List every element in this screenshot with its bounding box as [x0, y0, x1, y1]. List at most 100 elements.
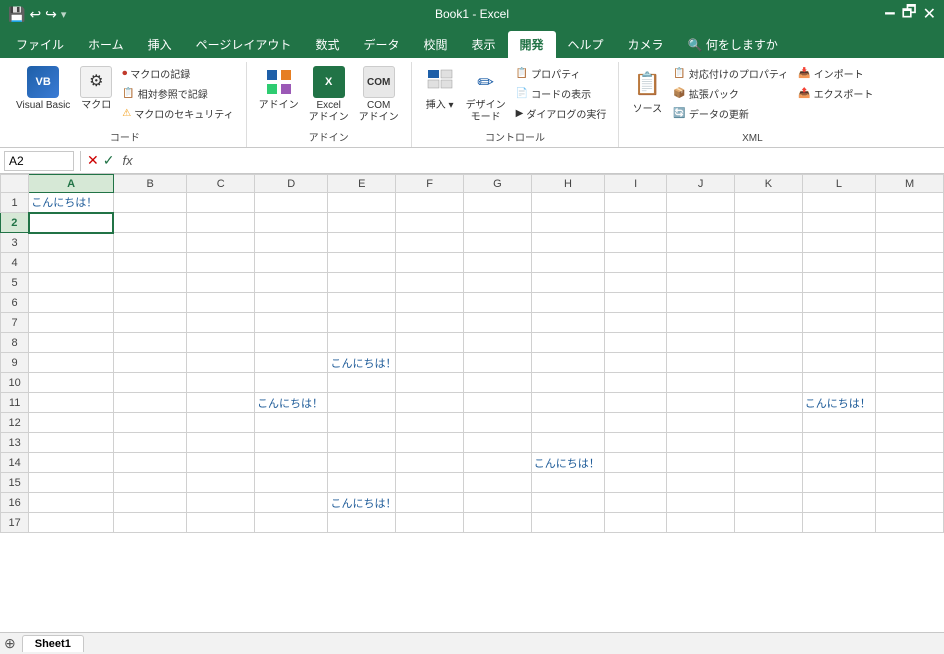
cell-a3[interactable]	[29, 233, 114, 253]
cell-b2[interactable]	[113, 213, 186, 233]
cell-e9[interactable]: こんにちは！	[328, 353, 396, 373]
col-header-k[interactable]: K	[734, 175, 802, 193]
expansion-pack-button[interactable]: 📦 拡張パック	[669, 84, 792, 103]
add-sheet-button[interactable]: ⊕	[4, 635, 16, 652]
cell-a1[interactable]: こんにちは！	[29, 193, 114, 213]
cell-e2[interactable]	[328, 213, 396, 233]
cell-m1[interactable]	[876, 193, 944, 213]
cell-d3[interactable]	[255, 233, 328, 253]
cell-e3[interactable]	[328, 233, 396, 253]
col-header-j[interactable]: J	[667, 175, 735, 193]
cell-h3[interactable]	[531, 233, 604, 253]
close-icon[interactable]: ✕	[923, 4, 936, 24]
col-header-c[interactable]: C	[187, 175, 255, 193]
cell-f3[interactable]	[396, 233, 464, 253]
col-header-a[interactable]: A	[29, 175, 114, 193]
name-box[interactable]	[4, 151, 74, 171]
cell-d11[interactable]: こんにちは！	[255, 393, 328, 413]
cell-f1[interactable]	[396, 193, 464, 213]
save-icon[interactable]: 💾	[8, 6, 25, 23]
cell-h14[interactable]: こんにちは！	[531, 453, 604, 473]
cell-b3[interactable]	[113, 233, 186, 253]
cell-d1[interactable]	[255, 193, 328, 213]
cell-k1[interactable]	[734, 193, 802, 213]
col-header-b[interactable]: B	[113, 175, 186, 193]
cell-c1[interactable]	[187, 193, 255, 213]
tab-pagelayout[interactable]: ページレイアウト	[184, 31, 304, 58]
import-button[interactable]: 📥 インポート	[794, 64, 877, 83]
refresh-data-button[interactable]: 🔄 データの更新	[669, 104, 792, 123]
cell-e16[interactable]: こんにちは！	[328, 493, 396, 513]
excel-addin-button[interactable]: X Excelアドイン	[305, 64, 353, 126]
col-header-f[interactable]: F	[396, 175, 464, 193]
cell-g2[interactable]	[463, 213, 531, 233]
cell-j1[interactable]	[667, 193, 735, 213]
redo-icon[interactable]: ↪	[45, 6, 57, 23]
col-header-g[interactable]: G	[463, 175, 531, 193]
tab-review[interactable]: 校閲	[411, 31, 459, 58]
run-dialog-button[interactable]: ▶ ダイアログの実行	[512, 104, 611, 123]
map-properties-button[interactable]: 📋 対応付けのプロパティ	[669, 64, 792, 83]
cell-j2[interactable]	[667, 213, 735, 233]
tab-data[interactable]: データ	[351, 31, 411, 58]
restore-icon[interactable]: 🗗	[902, 1, 917, 28]
com-addin-button[interactable]: COM COMアドイン	[355, 64, 403, 126]
cell-l1[interactable]	[802, 193, 875, 213]
insert-button[interactable]: 挿入 ▾	[420, 64, 460, 114]
col-header-i[interactable]: I	[605, 175, 667, 193]
cell-m3[interactable]	[876, 233, 944, 253]
tab-search[interactable]: 🔍 何をしますか	[676, 31, 790, 58]
macro-button[interactable]: ⚙ マクロ	[76, 64, 116, 114]
cell-g1[interactable]	[463, 193, 531, 213]
tab-home[interactable]: ホーム	[76, 31, 136, 58]
properties-button[interactable]: 📋 プロパティ	[512, 64, 611, 83]
cell-k3[interactable]	[734, 233, 802, 253]
export-button[interactable]: 📤 エクスポート	[794, 84, 877, 103]
tab-formula[interactable]: 数式	[303, 31, 351, 58]
tab-camera[interactable]: カメラ	[616, 31, 676, 58]
col-header-e[interactable]: E	[328, 175, 396, 193]
minimize-icon[interactable]: 🗕	[884, 1, 895, 28]
col-header-h[interactable]: H	[531, 175, 604, 193]
cell-i3[interactable]	[605, 233, 667, 253]
cell-i1[interactable]	[605, 193, 667, 213]
addin-button[interactable]: アドイン	[255, 64, 303, 114]
undo-icon[interactable]: ↩	[29, 6, 41, 23]
cell-i2[interactable]	[605, 213, 667, 233]
cell-e1[interactable]	[328, 193, 396, 213]
design-mode-button[interactable]: ✏ デザインモード	[462, 64, 510, 126]
cell-j3[interactable]	[667, 233, 735, 253]
confirm-icon[interactable]: ✓	[103, 152, 115, 169]
cell-d2[interactable]	[255, 213, 328, 233]
cell-m2[interactable]	[876, 213, 944, 233]
cell-a2[interactable]	[29, 213, 114, 233]
cell-k2[interactable]	[734, 213, 802, 233]
col-header-d[interactable]: D	[255, 175, 328, 193]
formula-input[interactable]	[141, 154, 940, 168]
relative-ref-button[interactable]: 📋 相対参照で記録	[118, 84, 237, 103]
col-header-l[interactable]: L	[802, 175, 875, 193]
cell-h2[interactable]	[531, 213, 604, 233]
tab-view[interactable]: 表示	[459, 31, 507, 58]
cell-l11[interactable]: こんにちは！	[802, 393, 875, 413]
view-code-button[interactable]: 📄 コードの表示	[512, 84, 611, 103]
tab-insert[interactable]: 挿入	[136, 31, 184, 58]
cell-a4[interactable]	[29, 253, 114, 273]
cell-f2[interactable]	[396, 213, 464, 233]
cancel-icon[interactable]: ✕	[87, 152, 99, 169]
cell-c2[interactable]	[187, 213, 255, 233]
cell-l3[interactable]	[802, 233, 875, 253]
macro-security-button[interactable]: ⚠ マクロのセキュリティ	[118, 104, 237, 123]
cell-g3[interactable]	[463, 233, 531, 253]
tab-help[interactable]: ヘルプ	[556, 31, 616, 58]
visual-basic-button[interactable]: VB Visual Basic	[12, 64, 74, 114]
tab-developer[interactable]: 開発	[508, 31, 556, 58]
record-macro-button[interactable]: ⏺ マクロの記録	[118, 64, 237, 83]
cell-b1[interactable]	[113, 193, 186, 213]
cell-c3[interactable]	[187, 233, 255, 253]
tab-file[interactable]: ファイル	[4, 31, 76, 58]
cell-l2[interactable]	[802, 213, 875, 233]
source-button[interactable]: 📋 ソース	[627, 64, 667, 118]
sheet-tab-1[interactable]: Sheet1	[22, 635, 84, 652]
cell-h1[interactable]	[531, 193, 604, 213]
